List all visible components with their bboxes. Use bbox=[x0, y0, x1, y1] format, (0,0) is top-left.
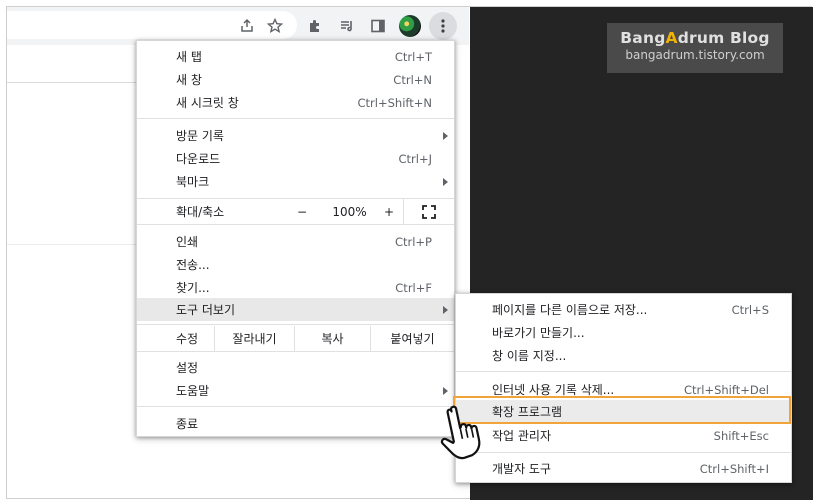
menu-separator bbox=[137, 351, 454, 352]
menu-separator bbox=[137, 118, 454, 119]
menu-item-label: 종료 bbox=[176, 417, 199, 431]
submenu-item-name-window[interactable]: 창 이름 지정... bbox=[456, 344, 791, 367]
menu-item-label: 도구 더보기 bbox=[176, 303, 236, 317]
menu-item-label: 새 시크릿 창 bbox=[176, 96, 239, 110]
page-divider bbox=[7, 244, 137, 245]
menu-item-more-tools[interactable]: 도구 더보기 bbox=[137, 298, 454, 321]
menu-separator bbox=[456, 452, 791, 453]
reading-list-icon[interactable] bbox=[335, 14, 359, 38]
menu-icon[interactable] bbox=[429, 12, 457, 40]
extensions-icon[interactable] bbox=[303, 14, 327, 38]
page-divider bbox=[7, 82, 137, 83]
submenu-arrow-icon bbox=[443, 132, 448, 140]
menu-item-label: 북마크 bbox=[176, 175, 210, 189]
menu-item-label: 바로가기 만들기... bbox=[492, 326, 585, 340]
submenu-item-save-page[interactable]: 페이지를 다른 이름으로 저장... Ctrl+S bbox=[456, 298, 791, 321]
menu-item-label: 다운로드 bbox=[176, 152, 221, 166]
hand-pointer-icon bbox=[440, 405, 481, 460]
bookmark-star-icon[interactable] bbox=[263, 14, 287, 38]
menu-item-help[interactable]: 도움말 bbox=[137, 379, 454, 402]
edit-label: 수정 bbox=[176, 332, 199, 346]
menu-item-label: 작업 관리자 bbox=[492, 429, 552, 443]
fullscreen-button[interactable] bbox=[403, 199, 454, 224]
share-icon[interactable] bbox=[235, 14, 259, 38]
submenu-arrow-icon bbox=[443, 306, 448, 314]
shortcut-label: Ctrl+T bbox=[394, 49, 432, 64]
menu-item-bookmarks[interactable]: 북마크 bbox=[137, 170, 454, 193]
menu-item-label: 전송... bbox=[176, 258, 210, 272]
more-tools-submenu: 페이지를 다른 이름으로 저장... Ctrl+S 바로가기 만들기... 창 … bbox=[455, 293, 792, 483]
menu-item-label: 설정 bbox=[176, 361, 199, 375]
menu-separator bbox=[137, 224, 454, 225]
menu-item-label: 도움말 bbox=[176, 384, 210, 398]
menu-item-label: 찾기... bbox=[176, 281, 210, 295]
menu-item-print[interactable]: 인쇄 Ctrl+P bbox=[137, 230, 454, 253]
zoom-value: 100% bbox=[332, 204, 367, 219]
menu-item-find[interactable]: 찾기... Ctrl+F bbox=[137, 276, 454, 299]
shortcut-label: Shift+Esc bbox=[713, 428, 769, 443]
submenu-item-create-shortcut[interactable]: 바로가기 만들기... bbox=[456, 321, 791, 344]
menu-item-new-window[interactable]: 새 창 Ctrl+N bbox=[137, 68, 454, 91]
cut-button[interactable]: 잘라내기 bbox=[214, 326, 294, 351]
menu-item-new-incognito[interactable]: 새 시크릿 창 Ctrl+Shift+N bbox=[137, 91, 454, 114]
blog-watermark: BangAdrum Blog bangadrum.tistory.com bbox=[607, 23, 783, 73]
submenu-arrow-icon bbox=[443, 387, 448, 395]
copy-button[interactable]: 복사 bbox=[294, 326, 370, 351]
side-panel-icon[interactable] bbox=[366, 14, 390, 38]
zoom-out-button[interactable]: − bbox=[280, 199, 324, 224]
shortcut-label: Ctrl+N bbox=[393, 72, 432, 87]
chrome-main-menu: 새 탭 Ctrl+T 새 창 Ctrl+N 새 시크릿 창 Ctrl+Shift… bbox=[136, 40, 455, 437]
menu-item-exit[interactable]: 종료 bbox=[137, 412, 454, 435]
shortcut-label: Ctrl+Shift+N bbox=[357, 95, 432, 110]
menu-item-new-tab[interactable]: 새 탭 Ctrl+T bbox=[137, 45, 454, 68]
menu-item-history[interactable]: 방문 기록 bbox=[137, 124, 454, 147]
menu-item-label: 새 창 bbox=[176, 73, 202, 87]
menu-separator bbox=[137, 406, 454, 407]
watermark-title: BangAdrum Blog bbox=[620, 29, 770, 47]
submenu-item-task-manager[interactable]: 작업 관리자 Shift+Esc bbox=[456, 424, 791, 447]
menu-separator bbox=[456, 371, 791, 372]
submenu-item-devtools[interactable]: 개발자 도구 Ctrl+Shift+I bbox=[456, 457, 791, 480]
menu-item-label: 페이지를 다른 이름으로 저장... bbox=[492, 303, 648, 317]
shortcut-label: Ctrl+F bbox=[395, 280, 432, 295]
zoom-in-button[interactable]: + bbox=[375, 199, 403, 224]
menu-item-label: 개발자 도구 bbox=[492, 462, 552, 476]
shortcut-label: Ctrl+P bbox=[394, 234, 432, 249]
menu-separator bbox=[137, 324, 454, 325]
shortcut-label: Ctrl+Shift+I bbox=[699, 461, 769, 476]
menu-item-label: 새 탭 bbox=[176, 50, 202, 64]
fullscreen-icon bbox=[422, 204, 436, 219]
menu-item-downloads[interactable]: 다운로드 Ctrl+J bbox=[137, 147, 454, 170]
avatar[interactable] bbox=[399, 15, 421, 37]
menu-item-label: 인쇄 bbox=[176, 235, 199, 249]
submenu-arrow-icon bbox=[443, 178, 448, 186]
menu-item-settings[interactable]: 설정 bbox=[137, 356, 454, 379]
menu-item-label: 방문 기록 bbox=[176, 129, 224, 143]
menu-item-label: 창 이름 지정... bbox=[492, 349, 567, 363]
edit-row: 수정 잘라내기 복사 붙여넣기 bbox=[137, 326, 454, 351]
paste-button[interactable]: 붙여넣기 bbox=[370, 326, 454, 351]
shortcut-label: Ctrl+Shift+Del bbox=[684, 382, 769, 397]
shortcut-label: Ctrl+J bbox=[398, 151, 433, 166]
zoom-label: 확대/축소 bbox=[176, 205, 225, 219]
highlight-box bbox=[453, 396, 791, 424]
shortcut-label: Ctrl+S bbox=[731, 302, 769, 317]
menu-item-cast[interactable]: 전송... bbox=[137, 253, 454, 276]
zoom-row: 확대/축소 − 100% + bbox=[137, 199, 454, 224]
watermark-url: bangadrum.tistory.com bbox=[625, 48, 765, 62]
